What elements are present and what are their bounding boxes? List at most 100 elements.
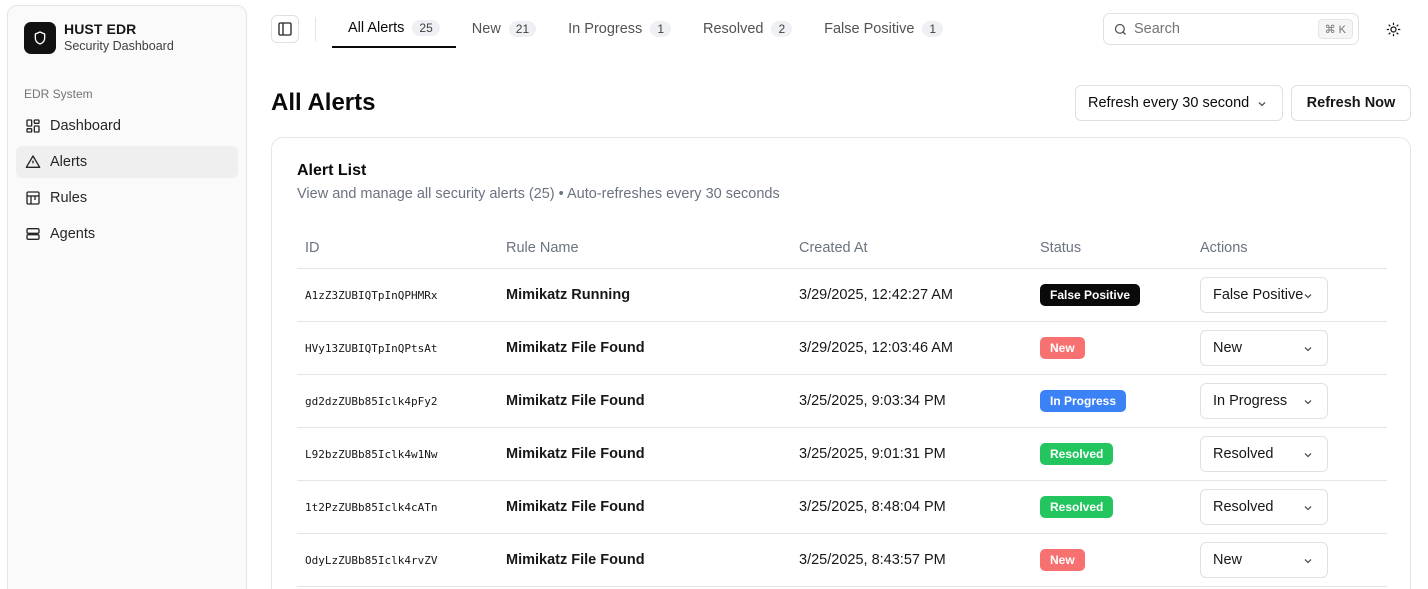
alert-id: OdyLzZUBb85Iclk4rvZV [305, 553, 438, 567]
created-at: 3/25/2025, 8:43:57 PM [799, 552, 946, 568]
column-header-id: ID [305, 240, 320, 256]
column-header-actions: Actions [1200, 240, 1248, 256]
alert-id: L92bzZUBb85Iclk4w1Nw [305, 447, 438, 461]
chevron-down-icon [1304, 559, 1312, 564]
rule-name: Mimikatz File Found [506, 340, 645, 356]
sidebar-nav: Dashboard Alerts Rules Agents [16, 110, 238, 254]
panel-left-icon [278, 22, 292, 36]
status-action-value: New [1213, 340, 1243, 356]
rule-name: Mimikatz File Found [506, 446, 645, 462]
sidebar-item-label: Agents [50, 226, 96, 242]
created-at: 3/25/2025, 9:03:34 PM [799, 393, 946, 409]
status-action-select[interactable]: New [1200, 542, 1328, 578]
status-action-select[interactable]: Resolved [1200, 489, 1328, 525]
status-action-value: Resolved [1213, 446, 1274, 462]
rule-name: Mimikatz File Found [506, 499, 645, 515]
search-placeholder: Search [1134, 21, 1180, 37]
created-at: 3/25/2025, 8:48:04 PM [799, 499, 946, 515]
tab-count-badge: 1 [922, 21, 944, 37]
refresh-interval-value: Refresh every 30 second [1088, 95, 1250, 111]
status-action-select[interactable]: New [1200, 330, 1328, 366]
table-row: OdyLzZUBb85Iclk4rvZV Mimikatz File Found… [297, 534, 1387, 587]
status-badge: False Positive [1040, 284, 1141, 306]
table-header: ID Rule Name Created At Status Actions [297, 228, 1387, 269]
alerts-table: ID Rule Name Created At Status Actions A… [297, 228, 1387, 587]
sidebar-group-label: EDR System [24, 87, 93, 101]
table-row: L92bzZUBb85Iclk4w1Nw Mimikatz File Found… [297, 428, 1387, 481]
status-action-value: In Progress [1213, 393, 1288, 409]
theme-toggle-button[interactable] [1381, 17, 1405, 41]
chevron-down-icon [1304, 294, 1312, 299]
sidebar-item-rules[interactable]: Rules [16, 182, 238, 214]
chevron-down-icon [1304, 400, 1312, 405]
card-description: View and manage all security alerts (25)… [297, 186, 780, 202]
dashboard-icon [26, 119, 40, 133]
brand-title: HUST EDR [64, 21, 137, 37]
rules-icon [26, 191, 40, 205]
card-title: Alert List [297, 162, 367, 179]
status-action-select[interactable]: Resolved [1200, 436, 1328, 472]
brand[interactable]: HUST EDR Security Dashboard [24, 21, 174, 55]
tab-in-progress[interactable]: In Progress 1 [552, 10, 687, 48]
tab-false-positive[interactable]: False Positive 1 [808, 10, 959, 48]
alert-triangle-icon [25, 155, 41, 168]
chevron-down-icon [1304, 506, 1312, 511]
table-row: 1t2PzZUBb85Iclk4cATn Mimikatz File Found… [297, 481, 1387, 534]
refresh-now-button[interactable]: Refresh Now [1291, 85, 1411, 121]
tab-label: False Positive [824, 21, 915, 37]
search-icon [1114, 23, 1126, 35]
sidebar-toggle-button[interactable] [271, 15, 299, 43]
alert-id: gd2dzZUBb85Iclk4pFy2 [305, 394, 438, 408]
rule-name: Mimikatz File Found [506, 393, 645, 409]
tab-all-alerts[interactable]: All Alerts 25 [332, 10, 456, 48]
created-at: 3/25/2025, 9:01:31 PM [799, 446, 946, 462]
tab-count-badge: 21 [508, 21, 537, 37]
refresh-interval-select[interactable]: Refresh every 30 second [1075, 85, 1283, 121]
shield-icon [24, 22, 56, 54]
tab-count-badge: 25 [412, 20, 440, 36]
table-row: gd2dzZUBb85Iclk4pFy2 Mimikatz File Found… [297, 375, 1387, 428]
tab-label: In Progress [568, 21, 643, 37]
sidebar-item-label: Rules [50, 190, 88, 206]
status-badge: In Progress [1040, 390, 1127, 412]
sidebar-item-label: Dashboard [50, 118, 121, 134]
tab-resolved[interactable]: Resolved 2 [687, 10, 808, 48]
rule-name: Mimikatz Running [506, 287, 631, 303]
brand-subtitle: Security Dashboard [64, 39, 174, 53]
status-action-select[interactable]: In Progress [1200, 383, 1328, 419]
server-icon [26, 228, 40, 240]
keyboard-shortcut: ⌘ K [1317, 19, 1353, 39]
chevron-down-icon [1304, 453, 1312, 458]
alert-id: A1zZ3ZUBIQTpInQPHMRx [305, 288, 438, 302]
sun-icon [1386, 22, 1400, 36]
alert-id: 1t2PzZUBb85Iclk4cATn [305, 500, 438, 514]
column-header-rule-name: Rule Name [506, 240, 579, 256]
status-action-select[interactable]: False Positive [1200, 277, 1328, 313]
sidebar-item-dashboard[interactable]: Dashboard [16, 110, 238, 142]
tab-label: New [471, 21, 501, 37]
table-row: A1zZ3ZUBIQTpInQPHMRx Mimikatz Running 3/… [297, 269, 1387, 322]
sidebar-item-alerts[interactable]: Alerts [16, 146, 238, 178]
status-tabs: All Alerts 25 New 21 In Progress 1 Resol… [332, 10, 959, 48]
chevron-down-icon [1258, 102, 1266, 107]
status-action-value: New [1213, 552, 1243, 568]
tab-new[interactable]: New 21 [456, 10, 552, 48]
status-badge: New [1040, 549, 1085, 571]
column-header-created-at: Created At [799, 240, 868, 256]
column-header-status: Status [1040, 240, 1082, 256]
tab-label: All Alerts [348, 20, 405, 36]
table-row: HVy13ZUBIQTpInQPtsAt Mimikatz File Found… [297, 322, 1387, 375]
sidebar-item-label: Alerts [50, 154, 88, 170]
chevron-down-icon [1304, 347, 1312, 352]
status-badge: Resolved [1040, 496, 1114, 518]
status-badge: New [1040, 337, 1085, 359]
status-action-value: False Positive [1213, 287, 1304, 303]
tab-count-badge: 2 [771, 21, 793, 37]
status-badge: Resolved [1040, 443, 1114, 465]
sidebar-item-agents[interactable]: Agents [16, 218, 238, 250]
created-at: 3/29/2025, 12:42:27 AM [799, 287, 953, 303]
status-action-value: Resolved [1213, 499, 1274, 515]
tab-label: Resolved [703, 21, 764, 37]
search-input[interactable]: Search ⌘ K [1103, 13, 1359, 45]
alert-id: HVy13ZUBIQTpInQPtsAt [305, 341, 438, 355]
